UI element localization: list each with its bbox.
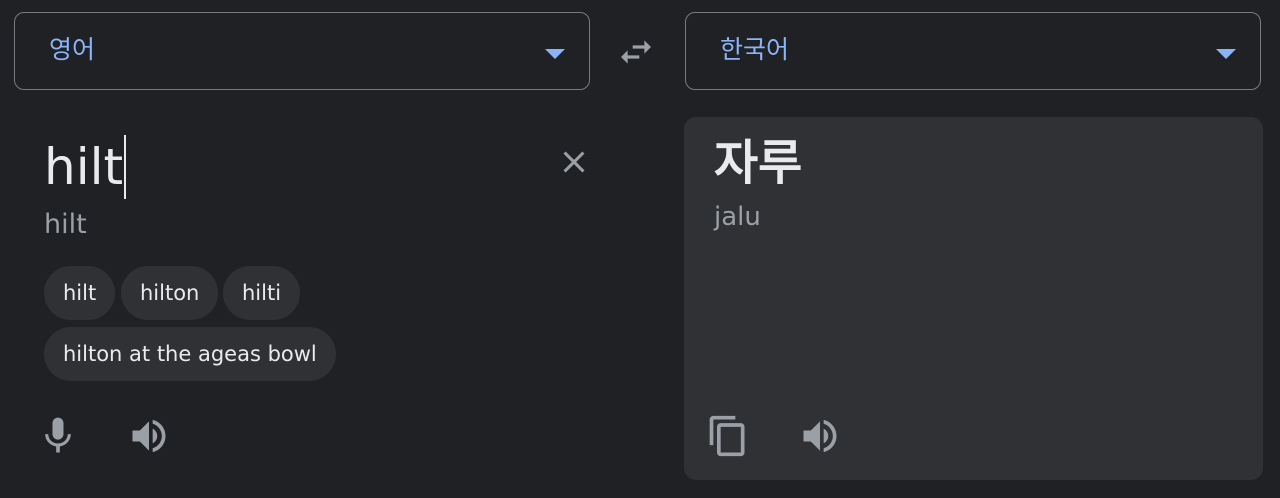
speaker-icon <box>132 419 166 453</box>
listen-source-button[interactable] <box>127 414 171 458</box>
suggestion-chip[interactable]: hilton <box>121 266 219 320</box>
speaker-icon <box>803 419 837 453</box>
swap-languages-button[interactable] <box>616 32 656 72</box>
target-language-label: 한국어 <box>720 35 790 64</box>
copy-translation-button[interactable] <box>706 414 750 458</box>
source-text-value: hilt <box>44 138 124 196</box>
copy-icon <box>709 415 745 457</box>
close-icon <box>563 151 585 173</box>
source-language-label: 영어 <box>49 35 96 64</box>
voice-input-button[interactable] <box>36 414 80 458</box>
translation-romanization: jalu <box>714 202 761 232</box>
translation-text: 자루 <box>714 135 803 191</box>
source-text-input[interactable]: hilt <box>44 134 127 200</box>
suggestion-chip[interactable]: hilt <box>44 266 116 320</box>
listen-translation-button[interactable] <box>798 414 842 458</box>
microphone-icon <box>45 417 71 453</box>
swap-arrows-icon <box>621 40 651 64</box>
source-language-select[interactable]: 영어 <box>14 12 590 90</box>
translate-page: 영어 한국어 hilt hilt hilt hilton hilti hilto… <box>0 0 1280 498</box>
translation-panel: 자루 jalu <box>684 117 1263 480</box>
suggestion-chip[interactable]: hilton at the ageas bowl <box>44 327 336 381</box>
text-cursor <box>124 135 127 199</box>
chevron-down-icon <box>1216 49 1236 59</box>
target-language-select[interactable]: 한국어 <box>685 12 1261 90</box>
source-romanization: hilt <box>44 209 87 240</box>
suggestion-chip[interactable]: hilti <box>223 266 301 320</box>
chevron-down-icon <box>545 49 565 59</box>
clear-source-button[interactable] <box>556 144 592 180</box>
